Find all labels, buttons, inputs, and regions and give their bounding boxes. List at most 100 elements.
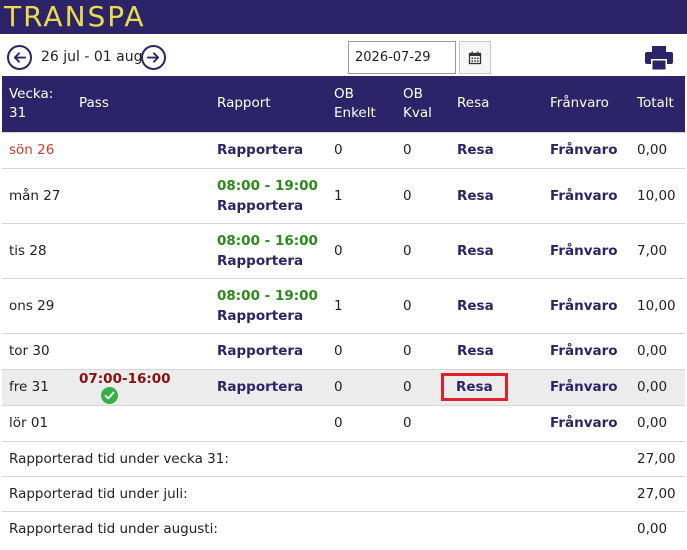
resa-link[interactable]: Resa xyxy=(457,243,494,259)
franvaro-cell: Frånvaro xyxy=(543,332,630,369)
table-row: tis 28 08:00 - 16:00 Rapportera 0 0 Resa… xyxy=(2,222,685,278)
totalt-cell: 10,00 xyxy=(630,277,685,333)
brand-logo: TRANSPA xyxy=(4,0,146,33)
resa-link[interactable]: Resa xyxy=(457,298,494,314)
ob-kval-line2: Kval xyxy=(403,104,432,121)
day-cell: sön 26 xyxy=(2,131,72,168)
summary-value: 0,00 xyxy=(630,510,685,546)
day-cell: ons 29 xyxy=(2,277,72,333)
prev-week-button[interactable] xyxy=(7,45,32,70)
next-week-button[interactable] xyxy=(141,45,166,70)
resa-link[interactable]: Resa xyxy=(457,343,494,359)
rapport-cell xyxy=(210,404,327,441)
day-cell: tor 30 xyxy=(2,332,72,369)
ob-kval-cell: 0 xyxy=(396,332,450,369)
arrow-right-icon xyxy=(146,52,160,63)
shift-time: 08:00 - 19:00 xyxy=(217,177,318,194)
franvaro-cell: Frånvaro xyxy=(543,167,630,223)
arrow-left-icon xyxy=(13,52,27,63)
pass-cell: 07:00-16:00 xyxy=(72,368,210,405)
col-totalt: Totalt xyxy=(630,76,685,132)
ob-kval-cell: 0 xyxy=(396,131,450,168)
totalt-cell: 7,00 xyxy=(630,222,685,278)
calendar-icon xyxy=(468,51,482,64)
table-row: sön 26 Rapportera 0 0 Resa Frånvaro 0,00 xyxy=(2,131,685,168)
col-week: Vecka: 31 xyxy=(2,76,72,132)
resa-link-highlighted[interactable]: Resa xyxy=(441,373,508,401)
totalt-cell: 0,00 xyxy=(630,131,685,168)
rapportera-link[interactable]: Rapportera xyxy=(217,343,303,359)
summary-label: Rapporterad tid under augusti: xyxy=(2,510,630,546)
resa-link[interactable]: Resa xyxy=(457,188,494,204)
rapport-cell: 08:00 - 19:00 Rapportera xyxy=(210,277,327,333)
franvaro-link[interactable]: Frånvaro xyxy=(550,343,618,359)
ob-enkelt-cell: 0 xyxy=(327,222,396,278)
rapport-cell: 08:00 - 19:00 Rapportera xyxy=(210,167,327,223)
rapportera-link[interactable]: Rapportera xyxy=(217,251,327,271)
date-input[interactable] xyxy=(348,41,456,74)
day-cell: lör 01 xyxy=(2,404,72,441)
rapportera-link[interactable]: Rapportera xyxy=(217,379,303,395)
print-button[interactable] xyxy=(644,45,674,71)
ob-enkelt-line1: OB xyxy=(334,85,354,102)
resa-cell: Resa xyxy=(450,222,543,278)
day-cell: fre 31 xyxy=(2,368,72,405)
ob-kval-cell: 0 xyxy=(396,167,450,223)
franvaro-cell: Frånvaro xyxy=(543,368,630,405)
calendar-button[interactable] xyxy=(459,41,491,74)
table-row: lör 01 0 0 Frånvaro 0,00 xyxy=(2,404,685,441)
rapportera-link[interactable]: Rapportera xyxy=(217,196,327,216)
week-table: Vecka: 31 Pass Rapport OB Enkelt OB Kval… xyxy=(2,76,685,546)
resa-cell: Resa xyxy=(450,277,543,333)
franvaro-link[interactable]: Frånvaro xyxy=(550,188,618,204)
shift-time: 08:00 - 19:00 xyxy=(217,287,318,304)
summary-label: Rapporterad tid under vecka 31: xyxy=(2,440,630,476)
table-row: ons 29 08:00 - 19:00 Rapportera 1 0 Resa… xyxy=(2,277,685,333)
day-cell: mån 27 xyxy=(2,167,72,223)
ob-kval-cell: 0 xyxy=(396,222,450,278)
ob-enkelt-cell: 0 xyxy=(327,131,396,168)
week-navigation: 26 jul - 01 aug xyxy=(0,34,687,76)
col-resa: Resa xyxy=(450,76,543,132)
franvaro-link[interactable]: Frånvaro xyxy=(550,415,618,431)
summary-value: 27,00 xyxy=(630,440,685,476)
pass-cell xyxy=(72,131,210,168)
franvaro-link[interactable]: Frånvaro xyxy=(550,298,618,314)
col-pass: Pass xyxy=(72,76,210,132)
summary-row: Rapporterad tid under juli: 27,00 xyxy=(2,475,685,511)
resa-cell: Resa xyxy=(441,368,543,405)
summary-value: 27,00 xyxy=(630,475,685,511)
ob-enkelt-cell: 0 xyxy=(327,332,396,369)
franvaro-cell: Frånvaro xyxy=(543,131,630,168)
ob-kval-cell: 0 xyxy=(396,277,450,333)
franvaro-link[interactable]: Frånvaro xyxy=(550,243,618,259)
pass-time: 07:00-16:00 xyxy=(79,370,171,387)
rapport-cell: Rapportera xyxy=(210,131,327,168)
resa-link[interactable]: Resa xyxy=(457,142,494,158)
franvaro-link[interactable]: Frånvaro xyxy=(550,142,618,158)
summary-row: Rapporterad tid under vecka 31: 27,00 xyxy=(2,440,685,476)
resa-cell: Resa xyxy=(450,332,543,369)
rapportera-link[interactable]: Rapportera xyxy=(217,142,303,158)
col-ob-kval: OB Kval xyxy=(396,76,450,132)
rapportera-link[interactable]: Rapportera xyxy=(217,306,327,326)
ob-kval-line1: OB xyxy=(403,85,423,102)
col-ob-enkelt: OB Enkelt xyxy=(327,76,396,132)
check-circle-icon xyxy=(101,386,118,404)
shift-time: 08:00 - 16:00 xyxy=(217,232,318,249)
table-row: mån 27 08:00 - 19:00 Rapportera 1 0 Resa… xyxy=(2,167,685,223)
franvaro-link[interactable]: Frånvaro xyxy=(550,379,618,395)
week-label: Vecka: xyxy=(9,85,54,102)
rapport-cell: Rapportera xyxy=(210,332,327,369)
resa-cell: Resa xyxy=(450,167,543,223)
pass-cell xyxy=(72,404,210,441)
pass-cell xyxy=(72,222,210,278)
table-row-selected: fre 31 07:00-16:00 Rapportera 0 0 Resa F… xyxy=(2,368,685,405)
franvaro-cell: Frånvaro xyxy=(543,222,630,278)
totalt-cell: 0,00 xyxy=(630,332,685,369)
table-header-row: Vecka: 31 Pass Rapport OB Enkelt OB Kval… xyxy=(2,76,685,132)
totalt-cell: 0,00 xyxy=(630,404,685,441)
top-bar: TRANSPA xyxy=(0,0,687,34)
week-range: 26 jul - 01 aug xyxy=(41,49,143,65)
resa-cell xyxy=(450,404,543,441)
